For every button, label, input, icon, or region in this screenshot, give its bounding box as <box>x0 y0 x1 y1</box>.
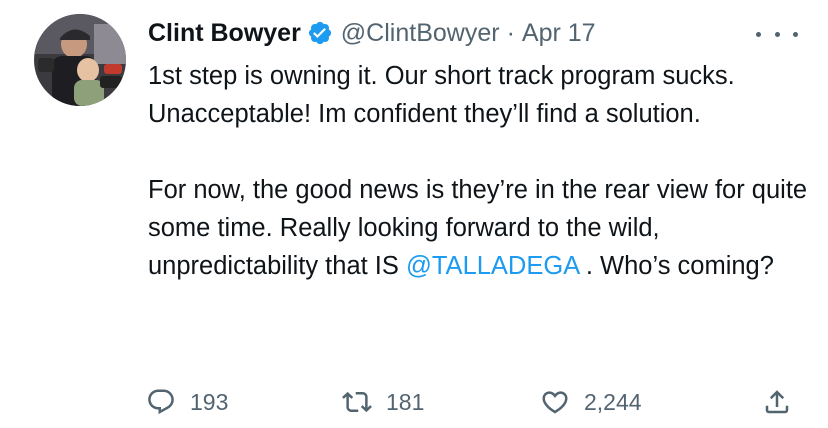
tweet-paragraph-1: 1st step is owning it. Our short track p… <box>148 62 735 128</box>
like-button[interactable]: 2,244 <box>540 382 642 422</box>
retweet-arrows-icon <box>342 391 372 413</box>
mention-link[interactable]: @TALLADEGA <box>406 252 579 280</box>
tweet-text-segment: . Who’s coming? <box>578 252 774 280</box>
avatar-photo <box>34 14 126 106</box>
display-name[interactable]: Clint Bowyer <box>148 19 301 48</box>
dot <box>774 31 780 37</box>
handle[interactable]: @ClintBowyer <box>341 19 500 48</box>
separator-dot: · <box>506 18 515 47</box>
avatar[interactable] <box>34 14 126 106</box>
retweet-button[interactable]: 181 <box>342 382 424 422</box>
dot <box>756 31 761 37</box>
speech-bubble-icon <box>148 389 174 415</box>
retweet-count: 181 <box>386 388 425 415</box>
reply-count: 193 <box>190 388 229 415</box>
share-button[interactable] <box>762 382 792 422</box>
tweet-header: Clint Bowyer @ClintBowyer · Apr 17 <box>148 14 596 52</box>
tweet-card: Clint Bowyer @ClintBowyer · Apr 17 1st s… <box>0 0 828 428</box>
timestamp[interactable]: Apr 17 <box>522 19 596 48</box>
heart-icon <box>542 391 568 414</box>
action-bar: 193 181 2,244 <box>0 382 828 422</box>
verified-badge-icon <box>307 20 333 46</box>
like-count: 2,244 <box>584 388 642 415</box>
dot <box>793 31 798 37</box>
tweet-paragraph-2: For now, the good news is they’re in the… <box>148 171 818 285</box>
more-dots-icon[interactable] <box>756 22 798 46</box>
tweet-text: 1st step is owning it. Our short track p… <box>148 57 818 285</box>
reply-button[interactable]: 193 <box>146 382 228 422</box>
share-upload-icon <box>765 390 789 414</box>
